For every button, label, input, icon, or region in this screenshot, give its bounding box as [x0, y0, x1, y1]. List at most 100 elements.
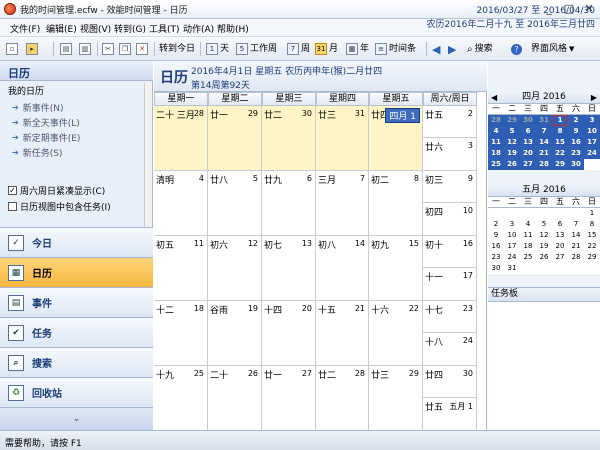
- mini-day[interactable]: 19: [536, 241, 552, 252]
- mini-day[interactable]: 13: [520, 137, 536, 148]
- new-button[interactable]: ▫: [6, 41, 18, 57]
- timeline-view-button[interactable]: ≡ 时间条: [375, 41, 416, 57]
- mini-day[interactable]: 29: [504, 115, 520, 126]
- mini-day[interactable]: 30: [568, 159, 584, 170]
- day-cell[interactable]: 十九 25: [154, 366, 208, 431]
- mini-day[interactable]: 7: [536, 126, 552, 137]
- next-month-icon[interactable]: ▶: [591, 92, 597, 103]
- saturday-cell[interactable]: 廿五 2: [423, 106, 477, 138]
- menu-file[interactable]: 文件(F): [10, 22, 40, 35]
- mini-day[interactable]: 2: [568, 115, 584, 126]
- mini-day[interactable]: 27: [552, 252, 568, 263]
- day-cell[interactable]: 清明 4: [154, 171, 208, 236]
- mini-day[interactable]: 19: [504, 148, 520, 159]
- prev-month-icon[interactable]: ◀: [491, 92, 497, 103]
- day-cell[interactable]: 廿一 29: [208, 106, 262, 171]
- sunday-cell[interactable]: 十一 17: [423, 268, 477, 301]
- mini-day[interactable]: 20: [552, 241, 568, 252]
- mini-day[interactable]: 10: [504, 230, 520, 241]
- mini-day[interactable]: 8: [552, 126, 568, 137]
- mini-day[interactable]: 6: [552, 219, 568, 230]
- mini-day[interactable]: 1: [584, 208, 600, 219]
- open-button[interactable]: ▸: [26, 41, 38, 57]
- mini-day[interactable]: 2: [488, 219, 504, 230]
- search-button[interactable]: ⌕ 搜索: [467, 41, 493, 57]
- help-button[interactable]: ?: [511, 41, 522, 57]
- week-view-button[interactable]: 7周: [287, 41, 310, 57]
- day-cell[interactable]: 十四 20: [262, 301, 316, 366]
- mini-day[interactable]: 1: [552, 115, 568, 126]
- mini-day[interactable]: 12: [504, 137, 520, 148]
- mini-day[interactable]: 4: [488, 126, 504, 137]
- day-cell[interactable]: 十二 18: [154, 301, 208, 366]
- day-cell[interactable]: 初七 13: [262, 236, 316, 301]
- day-cell[interactable]: 初二 8: [369, 171, 423, 236]
- sunday-cell[interactable]: 廿五 五月 1: [423, 398, 477, 431]
- new-allday-event-link[interactable]: ➔ 新全天事件(L): [12, 116, 80, 129]
- mini-day[interactable]: 22: [584, 241, 600, 252]
- nav-tasks[interactable]: ✔ 任务: [0, 317, 153, 347]
- cut-button[interactable]: ✂: [102, 41, 114, 57]
- mini-day[interactable]: 15: [584, 230, 600, 241]
- mini-day[interactable]: 20: [520, 148, 536, 159]
- mini-day[interactable]: 23: [488, 252, 504, 263]
- day-cell[interactable]: 初五 11: [154, 236, 208, 301]
- day-cell[interactable]: 初六 12: [208, 236, 262, 301]
- menu-help[interactable]: 帮助(H): [217, 22, 249, 35]
- mini-day[interactable]: 4: [520, 219, 536, 230]
- sunday-cell[interactable]: 十八 24: [423, 333, 477, 366]
- day-cell[interactable]: 廿一 27: [262, 366, 316, 431]
- mini-day[interactable]: 7: [568, 219, 584, 230]
- mini-day[interactable]: 14: [568, 230, 584, 241]
- day-cell[interactable]: 三月 7: [316, 171, 369, 236]
- saturday-cell[interactable]: 初三 9: [423, 171, 477, 203]
- mini-day[interactable]: 26: [536, 252, 552, 263]
- mini-day[interactable]: 15: [552, 137, 568, 148]
- day-cell[interactable]: 初九 15: [369, 236, 423, 301]
- copy-button[interactable]: ❐: [119, 41, 131, 57]
- mini-day[interactable]: 16: [568, 137, 584, 148]
- menu-action[interactable]: 动作(A): [183, 22, 214, 35]
- nav-today[interactable]: ✓ 今日: [0, 227, 153, 257]
- sunday-cell[interactable]: 初四 10: [423, 203, 477, 236]
- mini-day[interactable]: 8: [584, 219, 600, 230]
- mini-day[interactable]: 18: [488, 148, 504, 159]
- mini-day[interactable]: 31: [536, 115, 552, 126]
- new-event-link[interactable]: ➔ 新事件(N): [12, 101, 63, 114]
- mini-day[interactable]: 24: [504, 252, 520, 263]
- menu-view[interactable]: 视图(V): [80, 22, 111, 35]
- mini-day[interactable]: 17: [584, 137, 600, 148]
- back-button[interactable]: ◀: [432, 41, 440, 57]
- preview-button[interactable]: ▥: [79, 41, 91, 57]
- mini-day[interactable]: 9: [568, 126, 584, 137]
- mini-day[interactable]: 13: [552, 230, 568, 241]
- delete-button[interactable]: ✕: [136, 41, 148, 57]
- mini-day[interactable]: 29: [552, 159, 568, 170]
- mini-day[interactable]: 22: [552, 148, 568, 159]
- mini-day[interactable]: 3: [504, 219, 520, 230]
- mini-day[interactable]: 6: [520, 126, 536, 137]
- day-cell[interactable]: 十五 21: [316, 301, 369, 366]
- mini-day[interactable]: 24: [584, 148, 600, 159]
- day-cell[interactable]: 廿二 30: [262, 106, 316, 171]
- mini-day[interactable]: 18: [520, 241, 536, 252]
- mini-day[interactable]: 25: [488, 159, 504, 170]
- nav-search[interactable]: ⌕ 搜索: [0, 347, 153, 377]
- mini-day[interactable]: 25: [520, 252, 536, 263]
- mini-day[interactable]: 10: [584, 126, 600, 137]
- day-cell[interactable]: 廿三 31: [316, 106, 369, 171]
- day-cell[interactable]: 廿三 29: [369, 366, 423, 431]
- year-view-button[interactable]: ▦ 年: [346, 41, 369, 57]
- day-cell[interactable]: 初八 14: [316, 236, 369, 301]
- mini-day[interactable]: 28: [568, 252, 584, 263]
- compact-weekend-checkbox[interactable]: ✓ 周六周日紧凑显示(C): [8, 184, 105, 197]
- mini-day[interactable]: 5: [504, 126, 520, 137]
- new-task-link[interactable]: ➔ 新任务(S): [12, 146, 62, 159]
- menu-goto[interactable]: 转到(G): [114, 22, 146, 35]
- mini-day[interactable]: 23: [568, 148, 584, 159]
- mini-day[interactable]: 26: [504, 159, 520, 170]
- mini-day[interactable]: 11: [488, 137, 504, 148]
- day-cell[interactable]: 十六 22: [369, 301, 423, 366]
- day-cell[interactable]: 二十 三月 28: [154, 106, 208, 171]
- theme-dropdown[interactable]: 界面风格 ▼: [531, 41, 574, 57]
